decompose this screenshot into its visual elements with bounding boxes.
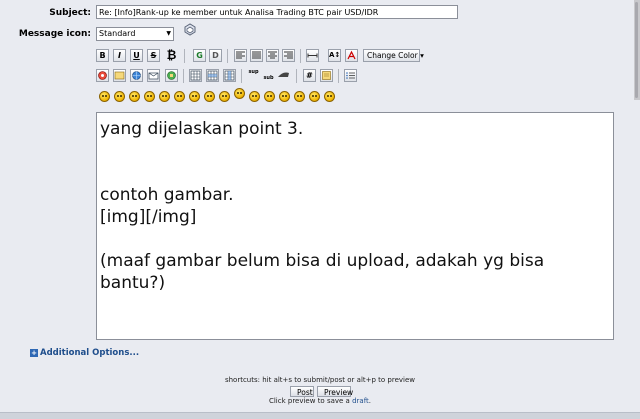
editor-line: (maaf gambar belum bisa di upload, adaka… (100, 251, 545, 271)
rolleyes-icon[interactable] (234, 88, 245, 99)
quote-button[interactable] (320, 69, 333, 82)
horizontal-rule-icon (307, 53, 318, 58)
shortcuts-hint: shortcuts: hit alt+s to submit/post or a… (224, 376, 416, 384)
cry-icon[interactable] (324, 91, 335, 102)
draft-link[interactable]: draft (352, 397, 369, 405)
preview-button[interactable]: Preview (317, 386, 353, 397)
image-button[interactable] (113, 69, 126, 82)
insert-toolbar: sup sub # (96, 69, 376, 85)
subscript-button[interactable]: sub (262, 69, 275, 82)
cool-icon[interactable] (204, 91, 215, 102)
sad-icon[interactable] (174, 91, 185, 102)
shocked-icon[interactable] (189, 91, 200, 102)
embarrassed-icon[interactable] (264, 91, 275, 102)
huh-icon[interactable] (219, 91, 230, 102)
wink-icon[interactable] (114, 91, 125, 102)
globe-icon (132, 71, 141, 80)
table-icon (190, 70, 201, 81)
change-color-dropdown[interactable]: Change Color ▾ (363, 49, 424, 62)
ftp-icon (167, 71, 176, 80)
draft-hint-suffix: . (368, 397, 372, 405)
editor-line: bantu?) (100, 273, 166, 293)
editor-line: contoh gambar. (100, 185, 234, 205)
link-button[interactable] (130, 69, 143, 82)
align-justify-icon (252, 51, 261, 59)
bold-button[interactable]: B (96, 49, 109, 62)
chevron-down-icon: ▼ (166, 30, 171, 37)
additional-options-label: Additional Options... (40, 348, 140, 358)
cheesy-icon[interactable] (129, 91, 140, 102)
draft-hint: Click preview to save a draft. (0, 397, 640, 405)
superscript-button[interactable]: sup (247, 69, 260, 82)
lips-sealed-icon[interactable] (279, 91, 290, 102)
formatting-toolbar: B I U S ₿ G D A↕ Change Color ▾ (96, 49, 436, 65)
horizontal-rule-button[interactable] (306, 49, 319, 62)
table-row-button[interactable] (206, 69, 219, 82)
flash-button[interactable] (96, 69, 109, 82)
email-icon (148, 72, 159, 80)
underline-button[interactable]: U (130, 49, 143, 62)
additional-options-link[interactable]: + Additional Options... (30, 348, 139, 358)
editor-line: yang dijelaskan point 3. (100, 119, 304, 139)
flash-icon (98, 71, 107, 80)
font-face-button[interactable] (345, 49, 358, 62)
message-textarea[interactable]: yang dijelaskan point 3. contoh gambar. … (96, 112, 614, 340)
align-justify-button[interactable] (250, 49, 263, 62)
align-right-icon (284, 51, 293, 59)
plus-icon: + (30, 348, 38, 357)
font-face-icon (347, 50, 356, 60)
strikethrough-button[interactable]: S (147, 49, 160, 62)
table-column-icon (224, 70, 235, 81)
italic-button[interactable]: I (113, 49, 126, 62)
bitcoin-button[interactable]: ₿ (165, 49, 178, 62)
editor-line (100, 140, 605, 162)
page-scrollbar[interactable] (634, 0, 640, 100)
table-button[interactable] (189, 69, 202, 82)
editor-line (100, 162, 605, 184)
align-right-button[interactable] (282, 49, 295, 62)
image-icon (114, 71, 125, 80)
font-size-button[interactable]: A↕ (328, 49, 341, 62)
message-icon-label: Message icon: (18, 29, 91, 39)
draft-hint-prefix: Click preview to save a (268, 397, 353, 405)
grin-icon[interactable] (144, 91, 155, 102)
align-center-button[interactable] (266, 49, 279, 62)
tongue-icon[interactable] (249, 91, 260, 102)
kiss-icon[interactable] (309, 91, 320, 102)
align-left-icon (236, 51, 245, 59)
smiley-icon[interactable] (99, 91, 110, 102)
glow-button[interactable]: G (193, 49, 206, 62)
post-button[interactable]: Post (290, 386, 314, 397)
bottom-bar (0, 412, 640, 419)
table-row-icon (207, 70, 218, 81)
code-button[interactable]: # (303, 69, 316, 82)
message-icon-select[interactable]: Standard ▼ (96, 27, 174, 41)
list-button[interactable] (344, 69, 357, 82)
quote-icon (322, 71, 331, 80)
table-column-button[interactable] (223, 69, 236, 82)
teletype-button[interactable] (277, 69, 290, 82)
ftp-button[interactable] (165, 69, 178, 82)
undecided-icon[interactable] (294, 91, 305, 102)
angry-icon[interactable] (159, 91, 170, 102)
align-left-button[interactable] (234, 49, 247, 62)
shadow-button[interactable]: D (209, 49, 222, 62)
editor-line (100, 228, 605, 250)
message-icon-preview-icon (184, 23, 196, 36)
teletype-icon (278, 72, 289, 77)
email-button[interactable] (147, 69, 160, 82)
list-icon (346, 72, 355, 79)
align-center-icon (268, 51, 277, 59)
subject-input[interactable] (96, 5, 458, 19)
message-icon-selected: Standard (99, 29, 136, 38)
editor-line: [img][/img] (100, 207, 197, 227)
subject-label: Subject: (49, 8, 91, 18)
smiley-row (96, 88, 336, 107)
message-body: yang dijelaskan point 3. contoh gambar. … (100, 113, 605, 294)
